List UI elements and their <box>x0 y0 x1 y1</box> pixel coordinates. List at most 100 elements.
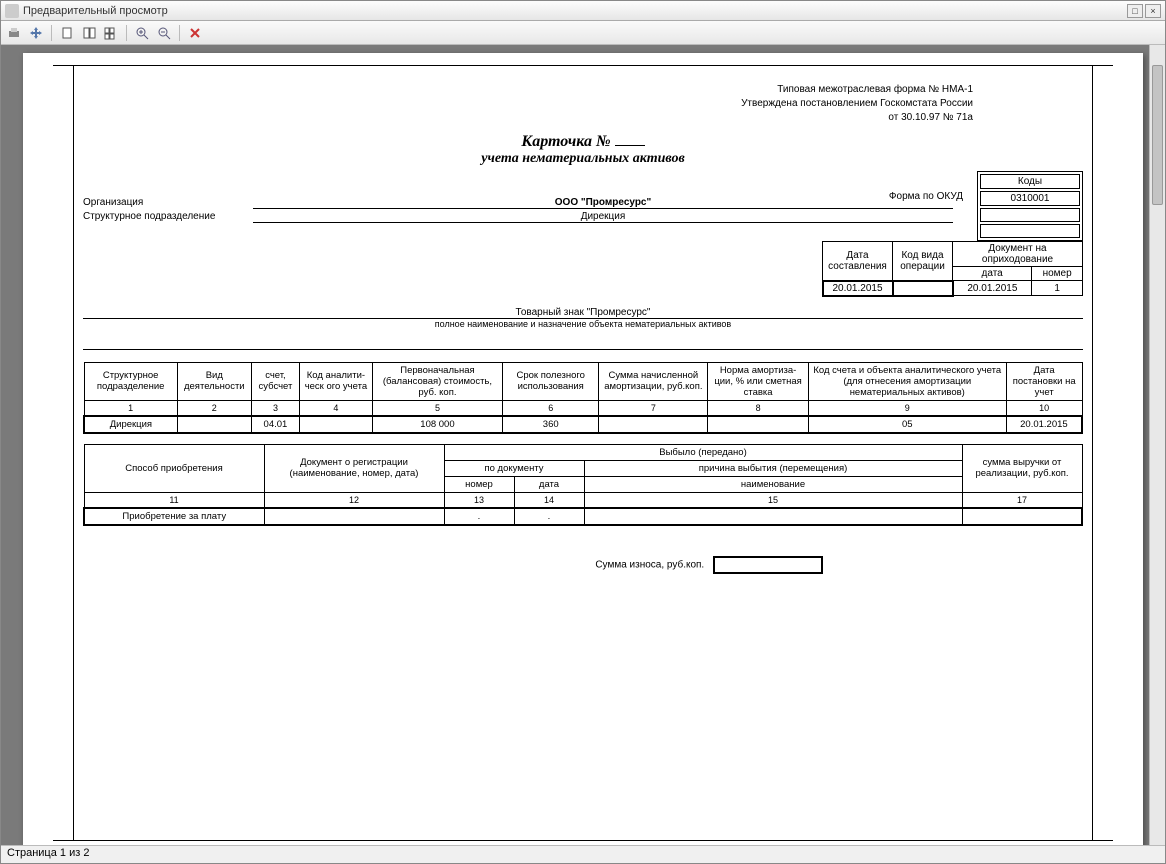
object-caption: полное наименование и назначение объекта… <box>435 319 731 329</box>
g2-cell-2: . <box>444 508 514 525</box>
g1-cell-2: 04.01 <box>251 416 299 433</box>
g2-cell-5 <box>962 508 1082 525</box>
zoom-in-button[interactable] <box>133 24 151 42</box>
scrollbar-thumb[interactable] <box>1152 65 1163 205</box>
g1-header-3: Код аналити-ческ ого учета <box>300 362 373 400</box>
g1-header-8: Код счета и объекта аналитического учета… <box>808 362 1006 400</box>
page-viewport[interactable]: Типовая межотраслевая форма № НМА-1 Утве… <box>1 45 1165 845</box>
wear-label: Сумма износа, руб.коп. <box>595 559 704 570</box>
g2-cell-0: Приобретение за плату <box>84 508 264 525</box>
meta-date-val: 20.01.2015 <box>823 281 893 296</box>
dept-row: Структурное подразделение Дирекция <box>83 211 1083 223</box>
g1-header-4: Первоначальная (балансовая) стоимость, р… <box>372 362 502 400</box>
toolbar-close-button[interactable] <box>186 24 204 42</box>
g2-num-4: 15 <box>584 492 962 508</box>
meta-doc-num-hdr: номер <box>1032 267 1083 281</box>
codes-header: Коды <box>980 174 1080 189</box>
statusbar: Страница 1 из 2 <box>1 845 1165 863</box>
form-header-line1: Типовая межотраслевая форма № НМА-1 <box>83 83 973 97</box>
g1-cell-3 <box>300 416 373 433</box>
document-subtitle: учета нематериальных активов <box>83 151 1083 167</box>
document-title: Карточка № <box>83 133 1083 151</box>
g1-num-1: 2 <box>177 400 251 416</box>
g1-header-1: Вид деятельности <box>177 362 251 400</box>
wear-sum-row: Сумма износа, руб.коп. <box>83 556 1083 574</box>
g1-cell-1 <box>177 416 251 433</box>
document-page: Типовая межотраслевая форма № НМА-1 Утве… <box>23 53 1143 845</box>
window-title: Предварительный просмотр <box>23 5 168 17</box>
page-indicator: Страница 1 из 2 <box>7 847 89 859</box>
wear-box <box>713 556 823 574</box>
codes-box: Коды 0310001 <box>977 171 1083 241</box>
g1-header-9: Дата постановки на учет <box>1006 362 1082 400</box>
minimize-button[interactable]: □ <box>1127 4 1143 18</box>
g1-num-4: 5 <box>372 400 502 416</box>
page-fit-button[interactable] <box>80 24 98 42</box>
g1-cell-7 <box>708 416 808 433</box>
g2-date: дата <box>514 476 584 492</box>
g1-cell-4: 108 000 <box>372 416 502 433</box>
page-single-button[interactable] <box>58 24 76 42</box>
g2-num-2: 13 <box>444 492 514 508</box>
page-multi-button[interactable] <box>102 24 120 42</box>
form-header-line2: Утверждена постановлением Госкомстата Ро… <box>83 97 973 111</box>
g2-reg: Документ о регистрации (наименование, но… <box>264 444 444 492</box>
meta-table: Дата составления Код вида операции Докум… <box>822 241 1084 297</box>
blank-line <box>83 336 1083 350</box>
grid1: Структурное подразделениеВид деятельност… <box>83 362 1083 434</box>
g1-num-5: 6 <box>503 400 599 416</box>
meta-doc-date-hdr: дата <box>953 267 1032 281</box>
dept-label: Структурное подразделение <box>83 211 253 223</box>
meta-doc-hdr: Документ на оприходование <box>953 242 1083 267</box>
g2-reason: причина выбытия (перемещения) <box>584 460 962 476</box>
g2-name: наименование <box>584 476 962 492</box>
g2-cell-4 <box>584 508 962 525</box>
org-value: ООО "Промресурс" <box>253 197 953 209</box>
close-window-button[interactable]: × <box>1145 4 1161 18</box>
g2-cell-1 <box>264 508 444 525</box>
g2-num: номер <box>444 476 514 492</box>
g1-num-9: 10 <box>1006 400 1082 416</box>
g2-num-0: 11 <box>84 492 264 508</box>
g1-cell-0: Дирекция <box>84 416 177 433</box>
okud-label: Форма по ОКУД <box>889 191 963 202</box>
g1-num-8: 9 <box>808 400 1006 416</box>
g1-num-3: 4 <box>300 400 373 416</box>
app-icon <box>5 4 19 18</box>
form-header-line3: от 30.10.97 № 71а <box>83 111 973 125</box>
object-name: Товарный знак "Промресурс" <box>83 307 1083 319</box>
org-label: Организация <box>83 197 253 209</box>
grid2: Способ приобретения Документ о регистрац… <box>83 444 1083 526</box>
g1-header-5: Срок полезного использования <box>503 362 599 400</box>
print-button[interactable] <box>5 24 23 42</box>
g1-header-2: счет, субсчет <box>251 362 299 400</box>
g1-num-0: 1 <box>84 400 177 416</box>
preview-window: Предварительный просмотр □ × Типовая меж… <box>0 0 1166 864</box>
g1-cell-8: 05 <box>808 416 1006 433</box>
move-button[interactable] <box>27 24 45 42</box>
g2-num-1: 12 <box>264 492 444 508</box>
form-header: Типовая межотраслевая форма № НМА-1 Утве… <box>83 83 1083 125</box>
g2-num-3: 14 <box>514 492 584 508</box>
titlebar: Предварительный просмотр □ × <box>1 1 1165 21</box>
object-name-block: Товарный знак "Промресурс" полное наимен… <box>83 307 1083 330</box>
g2-num-5: 17 <box>962 492 1082 508</box>
meta-date-hdr: Дата составления <box>823 242 893 281</box>
g2-sum: сумма выручки от реализации, руб.коп. <box>962 444 1082 492</box>
g2-bydoc: по документу <box>444 460 584 476</box>
okud-value: 0310001 <box>980 191 1080 206</box>
meta-doc-date-val: 20.01.2015 <box>953 281 1032 296</box>
g1-header-7: Норма амортиза-ции, % или сметная ставка <box>708 362 808 400</box>
meta-opcode-val <box>893 281 953 296</box>
g1-cell-5: 360 <box>503 416 599 433</box>
g1-cell-9: 20.01.2015 <box>1006 416 1082 433</box>
g2-disp: Выбыло (передано) <box>444 444 962 460</box>
zoom-out-button[interactable] <box>155 24 173 42</box>
vertical-scrollbar[interactable] <box>1149 45 1165 845</box>
toolbar <box>1 21 1165 45</box>
g1-header-6: Сумма начисленной амортизации, руб.коп. <box>599 362 708 400</box>
g1-num-2: 3 <box>251 400 299 416</box>
meta-doc-num-val: 1 <box>1032 281 1083 296</box>
g1-num-6: 7 <box>599 400 708 416</box>
g2-acq: Способ приобретения <box>84 444 264 492</box>
